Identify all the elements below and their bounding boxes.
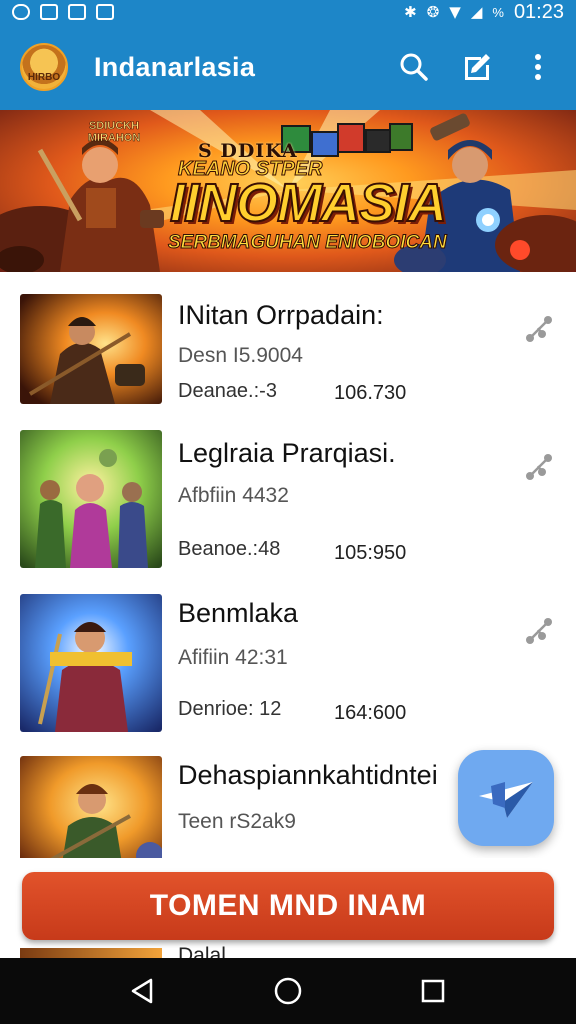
share-icon — [526, 316, 552, 342]
signal-icon: ◢ — [470, 3, 483, 21]
home-button[interactable] — [268, 971, 308, 1011]
thumbnail-art — [20, 294, 162, 404]
notification-icon — [68, 4, 86, 20]
share-button[interactable] — [522, 614, 556, 648]
item-subtitle: Desn I5.9004 — [178, 344, 303, 367]
app-bar: HIRBO Indanarlasia — [0, 24, 576, 110]
item-title: Leglraia Prarqiasi. — [178, 438, 396, 468]
item-value: 105:950 — [334, 542, 407, 564]
overflow-menu-button[interactable] — [520, 49, 556, 85]
recents-button[interactable] — [413, 971, 453, 1011]
banner-corner-text: SDIUCKH MIRAHON — [87, 120, 141, 145]
thumbnail-art — [20, 430, 162, 568]
status-indicators: ✱ ❂ ▼ ◢ % 01:23 — [404, 1, 564, 24]
item-value: 106.730 — [334, 382, 407, 404]
item-value: 164:600 — [334, 702, 407, 724]
list-item[interactable]: Benmlaka Afifiin 42:31 Denrioe: 12 164:6… — [0, 592, 576, 752]
item-title: INitan Orrpadain: — [178, 300, 384, 330]
more-vert-icon — [535, 54, 541, 80]
recents-icon — [422, 979, 445, 1003]
banner-bottom-line: SERBMAGUHAN ENIOBOICAN — [168, 232, 448, 254]
status-bar: ✱ ❂ ▼ ◢ % 01:23 — [0, 0, 576, 24]
item-thumbnail — [20, 430, 162, 568]
item-thumbnail — [20, 948, 162, 958]
item-thumbnail — [20, 294, 162, 404]
list-item-peek: Dalal — [0, 942, 576, 958]
item-title: Dehaspiannkahtidntei — [178, 760, 438, 790]
search-icon — [400, 53, 428, 81]
app-title: Indanarlasia — [94, 51, 256, 82]
list-item[interactable]: Leglraia Prarqiasi. Afbfiin 4432 Beanoe.… — [0, 430, 576, 590]
app-actions — [396, 49, 556, 85]
item-title: Dalal — [178, 944, 226, 958]
promo-banner[interactable]: SDIUCKH MIRAHON S DDIKA KEANO STPER IINO… — [0, 110, 576, 272]
system-nav-bar — [0, 958, 576, 1024]
list-item[interactable]: INitan Orrpadain: Desn I5.9004 Deanae.:-… — [0, 272, 576, 432]
battery-indicator: % — [492, 4, 504, 20]
share-icon — [526, 618, 552, 644]
alarm-icon: ❂ — [426, 3, 440, 21]
clock: 01:23 — [513, 0, 564, 23]
thumbnail-art — [20, 756, 162, 858]
app-logo[interactable]: HIRBO — [20, 43, 68, 91]
mail-icon — [96, 4, 114, 20]
back-icon — [131, 978, 152, 1004]
edit-icon — [465, 54, 490, 80]
wifi-icon: ▼ — [449, 3, 461, 21]
item-title: Benmlaka — [178, 598, 299, 628]
edit-button[interactable] — [458, 49, 494, 85]
home-icon — [274, 977, 302, 1005]
item-meta: Deanae.:-3 — [178, 380, 277, 402]
bluetooth-icon: ✱ — [404, 3, 417, 21]
item-thumbnail — [20, 594, 162, 732]
banner-main-title: IINOMASIA — [169, 172, 448, 234]
search-button[interactable] — [396, 49, 432, 85]
app-screen: ✱ ❂ ▼ ◢ % 01:23 HIRBO Indanarlasia SDIUC… — [0, 0, 576, 1024]
notification-icon — [40, 4, 58, 20]
send-icon — [479, 782, 533, 818]
item-subtitle: Teen rS2ak9 — [178, 810, 296, 833]
thumbnail-art — [20, 594, 162, 732]
item-thumbnail — [20, 756, 162, 858]
share-button[interactable] — [522, 450, 556, 484]
notification-icon — [12, 4, 30, 20]
send-fab[interactable] — [458, 750, 554, 846]
share-icon — [526, 454, 552, 480]
share-button[interactable] — [522, 312, 556, 346]
status-notifications — [12, 4, 114, 20]
item-subtitle: Afbfiin 4432 — [178, 484, 289, 507]
item-subtitle: Afifiin 42:31 — [178, 646, 288, 669]
app-logo-text: HIRBO — [27, 72, 61, 83]
banner-text: SDIUCKH MIRAHON S DDIKA KEANO STPER IINO… — [0, 110, 576, 272]
primary-action-button[interactable]: TOMEN MND INAM — [22, 872, 554, 940]
back-button[interactable] — [123, 971, 163, 1011]
item-meta: Denrioe: 12 — [178, 698, 282, 720]
item-meta: Beanoe.:48 — [178, 538, 281, 560]
